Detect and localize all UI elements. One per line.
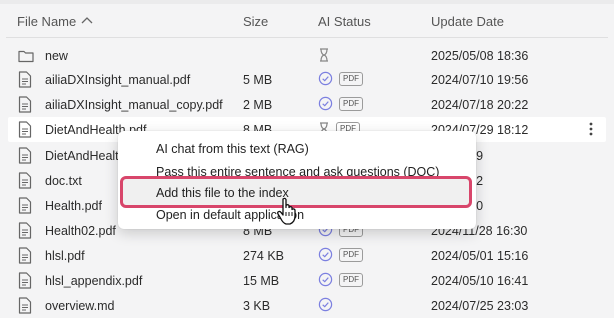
document-icon xyxy=(18,197,32,214)
update-date: 2024/07/25 23:03 xyxy=(431,299,529,313)
document-icon xyxy=(18,172,32,189)
file-name: Health.pdf xyxy=(45,199,102,213)
check-circle-icon xyxy=(318,297,333,312)
file-name: overview.md xyxy=(45,299,115,313)
ai-status: PDF xyxy=(318,71,363,88)
update-date: 2025/05/08 18:36 xyxy=(431,49,529,63)
column-header-size[interactable]: Size xyxy=(243,14,268,29)
hourglass-icon xyxy=(318,47,330,62)
ai-status xyxy=(318,47,330,64)
file-list-header: File Name Size AI Status Update Date xyxy=(0,0,614,42)
file-row[interactable]: ailiaDXInsight_manual.pdf 5 MB PDF 2024/07/… xyxy=(0,67,614,92)
header-divider xyxy=(6,37,608,38)
file-row[interactable]: overview.md 3 KB 2024/07/25 23:03 xyxy=(0,293,614,318)
check-circle-icon xyxy=(318,247,333,262)
file-size: 274 KB xyxy=(243,249,285,263)
check-circle-icon xyxy=(318,272,333,287)
update-date: 2024/05/01 15:16 xyxy=(431,249,529,263)
column-header-update-date[interactable]: Update Date xyxy=(431,14,504,29)
file-size: 2 MB xyxy=(243,98,273,112)
pdf-badge: PDF xyxy=(339,71,363,86)
file-row[interactable]: hlsl.pdf 274 KB PDF 2024/05/01 15:16 xyxy=(0,243,614,268)
document-icon xyxy=(18,147,32,164)
document-icon xyxy=(18,297,32,314)
check-circle-icon xyxy=(318,96,333,111)
file-name: hlsl.pdf xyxy=(45,249,85,263)
document-icon xyxy=(18,96,32,113)
menu-item-ai-chat-rag[interactable]: AI chat from this text (RAG) xyxy=(156,142,309,156)
file-size: 3 KB xyxy=(243,299,271,313)
file-size: 15 MB xyxy=(243,274,280,288)
file-row[interactable]: ailiaDXInsight_manual_copy.pdf 2 MB PDF 202… xyxy=(0,92,614,117)
file-name: DietAndHealt xyxy=(45,149,119,163)
document-icon xyxy=(18,222,32,239)
column-header-file-name[interactable]: File Name xyxy=(17,14,76,29)
pdf-badge: PDF xyxy=(339,96,363,111)
file-name: new xyxy=(45,49,68,63)
check-circle-icon xyxy=(318,71,333,86)
pdf-badge: PDF xyxy=(339,272,363,287)
document-icon xyxy=(18,121,32,138)
folder-icon xyxy=(18,47,34,64)
column-header-ai-status[interactable]: AI Status xyxy=(318,14,371,29)
document-icon xyxy=(18,247,32,264)
document-icon xyxy=(18,272,32,289)
ai-status: PDF xyxy=(318,247,363,264)
more-vertical-icon[interactable] xyxy=(586,121,596,137)
file-size: 5 MB xyxy=(243,73,273,87)
hand-pointer-icon xyxy=(277,197,296,225)
ai-status: PDF xyxy=(318,272,363,289)
folder-row[interactable]: new 2025/05/08 18:36 xyxy=(0,43,614,68)
file-name: hlsl_appendix.pdf xyxy=(45,274,143,288)
file-row[interactable]: hlsl_appendix.pdf 15 MB PDF 2024/05/10 16:4… xyxy=(0,268,614,293)
file-name: ailiaDXInsight_manual_copy.pdf xyxy=(45,98,223,112)
chevron-up-icon[interactable] xyxy=(81,15,93,25)
ai-status xyxy=(318,297,333,314)
file-name: ailiaDXInsight_manual.pdf xyxy=(45,73,191,87)
pdf-badge: PDF xyxy=(339,247,363,262)
update-date: 2024/07/10 19:56 xyxy=(431,73,529,87)
update-date: 2024/05/10 16:41 xyxy=(431,274,529,288)
update-date: 2024/07/18 20:22 xyxy=(431,98,529,112)
ai-status: PDF xyxy=(318,96,363,113)
file-name: doc.txt xyxy=(45,174,82,188)
document-icon xyxy=(18,71,32,88)
file-list-panel: File Name Size AI Status Update Date new… xyxy=(0,0,614,316)
file-name: Health02.pdf xyxy=(45,224,116,238)
